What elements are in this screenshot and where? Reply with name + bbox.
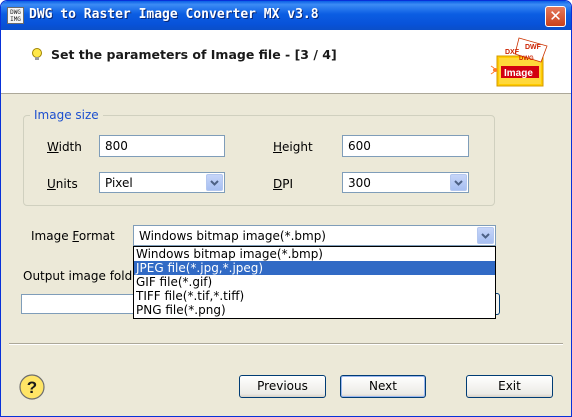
product-logo: DWF DXF DWG Image [490,37,548,87]
chevron-down-icon[interactable] [477,227,494,244]
chevron-down-icon[interactable] [206,174,223,191]
app-icon: DWG IMG [7,7,24,24]
units-select[interactable]: Pixel [99,172,225,193]
next-button[interactable]: Next [340,375,426,398]
title-bar[interactable]: DWG IMG DWG to Raster Image Converter MX… [1,1,571,30]
units-label: Units [47,177,78,191]
help-icon[interactable]: ? [19,374,45,400]
width-label: Width [47,140,82,154]
exit-button[interactable]: Exit [466,375,553,398]
height-label: Height [273,140,313,154]
window-title: DWG to Raster Image Converter MX v3.8 [29,7,319,22]
image-format-label: Image Format [31,229,115,243]
svg-text:Image: Image [504,68,533,79]
lightbulb-icon [32,48,42,60]
dpi-value: 300 [348,176,371,190]
previous-button[interactable]: Previous [239,375,326,398]
footer-separator [9,343,563,345]
dialog-window: DWG IMG DWG to Raster Image Converter MX… [0,0,572,417]
dropdown-option[interactable]: PNG file(*.png) [134,303,495,317]
output-folder-input[interactable] [21,294,134,314]
chevron-down-icon[interactable] [450,174,467,191]
dropdown-option[interactable]: GIF file(*.gif) [134,275,495,289]
output-folder-label: Output image folder [23,269,145,283]
units-value: Pixel [105,176,133,190]
dropdown-option[interactable]: Windows bitmap image(*.bmp) [134,247,495,261]
dpi-select[interactable]: 300 [342,172,469,193]
image-size-legend: Image size [30,108,103,122]
height-input[interactable]: 600 [342,135,469,157]
step-title: Set the parameters of Image file - [3 / … [51,47,337,62]
wizard-header: Set the parameters of Image file - [3 / … [1,30,571,94]
svg-text:?: ? [27,378,37,397]
svg-text:DXF: DXF [505,49,520,56]
svg-text:DWG: DWG [519,56,534,62]
width-input[interactable]: 800 [99,135,225,157]
dpi-label: DPI [273,177,294,191]
dropdown-option[interactable]: JPEG file(*.jpg,*.jpeg) [134,261,495,275]
close-button[interactable]: ✕ [545,6,566,27]
svg-text:DWF: DWF [525,44,542,51]
image-format-select[interactable]: Windows bitmap image(*.bmp) [133,225,496,246]
dropdown-option[interactable]: TIFF file(*.tif,*.tiff) [134,289,495,303]
image-format-dropdown[interactable]: Windows bitmap image(*.bmp) JPEG file(*.… [133,246,496,319]
image-format-value: Windows bitmap image(*.bmp) [139,229,326,243]
